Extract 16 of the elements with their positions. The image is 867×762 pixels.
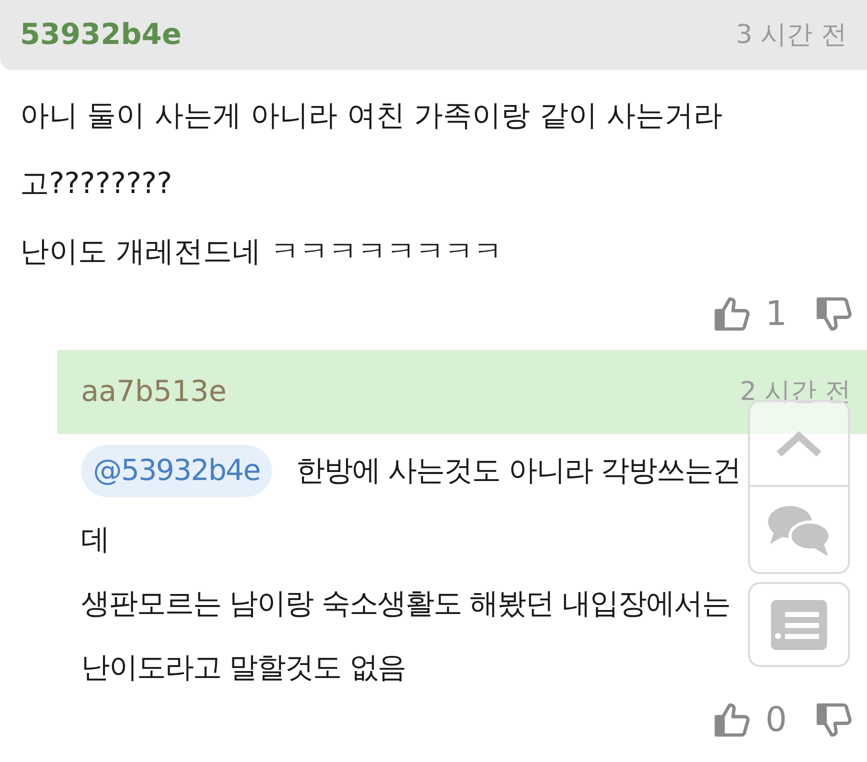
reply-text: 난이도라고 말할것도 없음 <box>81 649 406 686</box>
list-button[interactable] <box>748 582 850 667</box>
like-button[interactable]: 1 <box>713 294 787 334</box>
list-icon <box>771 600 827 650</box>
reply-text: 생판모르는 남이랑 숙소생활도 해봤던 내입장에서는 <box>81 585 730 622</box>
chevron-up-icon <box>774 428 824 458</box>
comment-text: 고???????? <box>20 165 172 202</box>
author-name: aa7b513e <box>81 373 227 410</box>
comment-text: 난이도 개레전드네 ㅋㅋㅋㅋㅋㅋㅋㅋ <box>20 233 502 270</box>
timestamp: 3 시간 전 <box>736 18 847 52</box>
mention-tag[interactable]: @53932b4e <box>81 445 272 497</box>
reply-text: 데 <box>81 521 109 558</box>
author-name: 53932b4e <box>20 16 182 54</box>
like-button[interactable]: 0 <box>713 700 787 740</box>
comment-text: 아니 둘이 사는게 아니라 여친 가족이랑 같이 사는거라 <box>20 97 723 134</box>
reply-text: 한방에 사는것도 아니라 각방쓰는건 <box>296 452 741 490</box>
